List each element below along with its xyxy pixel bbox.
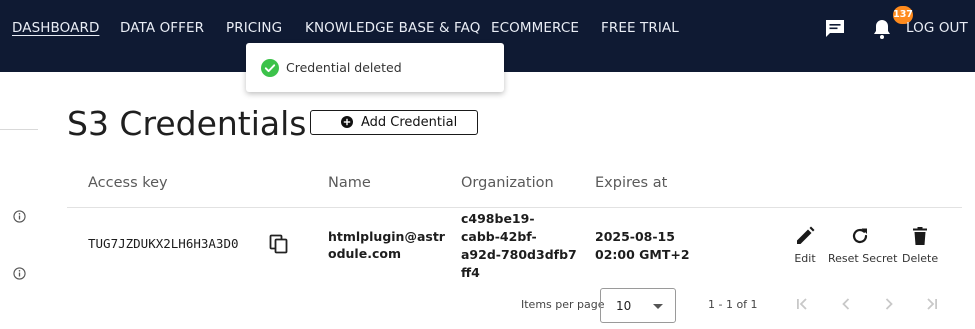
- column-header-name: Name: [328, 175, 371, 191]
- items-per-page-label: Items per page: [521, 298, 605, 311]
- toast-notification: Credential deleted: [246, 43, 504, 92]
- info-icon[interactable]: [13, 210, 26, 223]
- organization-line: c498be19-: [461, 211, 535, 226]
- organization-line: cabb-42bf-: [461, 229, 537, 244]
- chat-icon[interactable]: [823, 17, 847, 41]
- name-line: odule.com: [328, 246, 401, 261]
- column-header-expires-at: Expires at: [595, 175, 668, 191]
- chevron-down-icon: [653, 304, 663, 309]
- name-line: htmlplugin@astr: [328, 229, 445, 244]
- delete-button[interactable]: Delete: [902, 225, 938, 265]
- trash-icon: [913, 227, 927, 245]
- reset-secret-label: Reset Secret: [828, 252, 898, 265]
- page-size-select[interactable]: 10: [600, 288, 676, 323]
- plus-circle-icon: [341, 116, 353, 128]
- sidebar-divider: [0, 129, 38, 130]
- delete-label: Delete: [902, 252, 939, 265]
- nav-data-offer[interactable]: DATA OFFER: [120, 20, 204, 36]
- reset-secret-button[interactable]: Reset Secret: [828, 225, 898, 265]
- organization-line: ff4: [461, 265, 480, 280]
- refresh-icon: [852, 228, 868, 244]
- table-header-divider: [67, 207, 962, 208]
- edit-button[interactable]: Edit: [790, 225, 820, 265]
- nav-dashboard[interactable]: DASHBOARD: [12, 20, 99, 36]
- name-cell: htmlplugin@astr odule.com: [328, 228, 445, 262]
- expires-line: 02:00 GMT+2: [595, 247, 690, 262]
- expires-line: 2025-08-15: [595, 229, 675, 244]
- first-page-icon[interactable]: [792, 294, 812, 314]
- access-key-value: TUG7JZDUKX2LH6H3A3D0: [88, 236, 239, 251]
- toast-message: Credential deleted: [286, 60, 402, 75]
- last-page-icon[interactable]: [922, 294, 942, 314]
- previous-page-icon[interactable]: [836, 294, 856, 314]
- copy-icon[interactable]: [268, 233, 290, 255]
- column-header-organization: Organization: [461, 175, 554, 191]
- add-credential-label: Add Credential: [361, 115, 458, 130]
- column-header-access-key: Access key: [88, 175, 168, 191]
- organization-line: a92d-780d3dfb7: [461, 247, 577, 262]
- bell-icon[interactable]: [870, 17, 894, 41]
- nav-pricing[interactable]: PRICING: [226, 20, 282, 36]
- nav-free-trial[interactable]: FREE TRIAL: [601, 20, 679, 36]
- expires-cell: 2025-08-15 02:00 GMT+2: [595, 228, 690, 264]
- add-credential-button[interactable]: Add Credential: [310, 110, 478, 135]
- check-circle-icon: [261, 59, 279, 77]
- nav-ecommerce[interactable]: ECOMMERCE: [491, 20, 579, 36]
- logout-link[interactable]: LOG OUT: [906, 20, 968, 36]
- edit-label: Edit: [794, 252, 816, 265]
- info-icon[interactable]: [13, 267, 26, 280]
- page-size-value: 10: [616, 299, 632, 313]
- page-title: S3 Credentials: [67, 104, 307, 143]
- next-page-icon[interactable]: [879, 294, 899, 314]
- pencil-icon: [797, 226, 815, 244]
- organization-cell: c498be19- cabb-42bf- a92d-780d3dfb7 ff4: [461, 210, 577, 282]
- page-range-label: 1 - 1 of 1: [708, 298, 758, 311]
- nav-knowledge-base[interactable]: KNOWLEDGE BASE & FAQ: [305, 20, 481, 36]
